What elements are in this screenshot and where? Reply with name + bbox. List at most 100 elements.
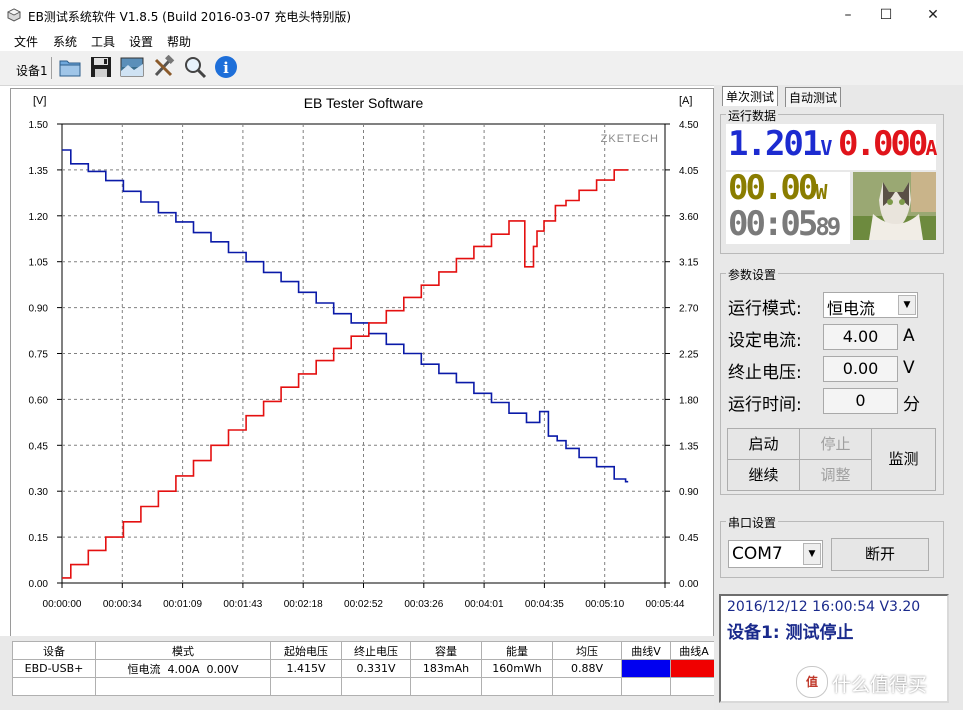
continue-button[interactable]: 继续 — [727, 459, 800, 491]
results-table: 设备 模式 起始电压 终止电压 容量 能量 均压 曲线V 曲线A EBD-USB… — [12, 641, 718, 696]
table-cell: EBD-USB+ — [12, 659, 96, 678]
table-cell: 恒电流 4.00A 0.00V — [95, 659, 271, 678]
start-button[interactable]: 启动 — [727, 428, 800, 460]
menu-settings[interactable]: 设置 — [129, 33, 153, 50]
image-icon[interactable] — [120, 55, 144, 79]
folder-icon[interactable] — [58, 55, 82, 79]
x-tick-label: 00:01:43 — [223, 599, 262, 610]
y-right-tick-label: 3.60 — [679, 212, 699, 223]
table-cell: 0.88V — [552, 659, 622, 678]
watermark-text: 什么值得买 — [832, 674, 928, 696]
stop-button[interactable]: 停止 — [799, 428, 872, 460]
y-left-tick-label: 0.75 — [29, 350, 49, 361]
y-left-tick-label: 1.50 — [29, 120, 49, 131]
table-cell: 0.331V — [341, 659, 411, 678]
status-message: 设备1: 测试停止 — [727, 623, 854, 643]
port-select-value: COM7 — [732, 544, 783, 564]
info-icon[interactable]: i — [214, 55, 238, 79]
menu-system[interactable]: 系统 — [53, 33, 77, 50]
y-left-tick-label: 1.20 — [29, 212, 49, 223]
y-right-tick-label: 2.70 — [679, 304, 699, 315]
runtime-label: 运行时间: — [728, 395, 802, 415]
menu-help[interactable]: 帮助 — [167, 33, 191, 50]
chart-title: EB Tester Software — [304, 95, 424, 111]
cat-photo — [853, 172, 936, 240]
y-left-tick-label: 0.30 — [29, 487, 49, 498]
table-header: 终止电压 — [341, 641, 411, 660]
y-left-axis-label: [V] — [33, 95, 46, 107]
svg-text:i: i — [223, 59, 229, 77]
y-right-axis-label: [A] — [679, 95, 692, 107]
voltage-current-chart: 00:00:00 00:00:34 00:01:09 00:01:43 00:02:18… — [29, 95, 699, 610]
monitor-button[interactable]: 监测 — [871, 428, 936, 491]
y-right-tick-label: 0.00 — [679, 579, 699, 590]
y-right-tick-label: 0.90 — [679, 487, 699, 498]
close-button[interactable]: ✕ — [910, 0, 956, 31]
table-row[interactable]: EBD-USB+ 恒电流 4.00A 0.00V 1.415V 0.331V 1… — [12, 659, 718, 678]
y-right-tick-label: 1.80 — [679, 395, 699, 406]
chart-panel: 00:00:00 00:00:34 00:01:09 00:01:43 00:02:18… — [10, 88, 714, 638]
table-header: 曲线A — [670, 641, 718, 660]
toolbar — [0, 51, 963, 86]
current-unit: A — [903, 326, 915, 346]
maximize-button[interactable]: ☐ — [863, 0, 909, 31]
voltage-display: 1.201V — [728, 124, 832, 164]
x-tick-label: 00:01:09 — [163, 599, 202, 610]
watermark-logo: 值 — [796, 666, 828, 698]
adjust-button[interactable]: 调整 — [799, 459, 872, 491]
current-label: 设定电流: — [728, 331, 802, 351]
power-display: 00.00W — [728, 168, 827, 208]
x-tick-label: 00:04:01 — [465, 599, 504, 610]
chevron-down-icon[interactable]: ▼ — [898, 295, 916, 315]
runtime-field[interactable]: 0 — [823, 388, 898, 414]
curve-v-swatch[interactable] — [621, 659, 671, 678]
run-data-label: 运行数据 — [726, 107, 779, 124]
table-header-row: 设备 模式 起始电压 终止电压 容量 能量 均压 曲线V 曲线A — [12, 641, 718, 660]
x-tick-label: 00:00:34 — [103, 599, 142, 610]
y-right-tick-label: 4.05 — [679, 166, 699, 177]
search-icon[interactable] — [183, 55, 207, 79]
x-tick-label: 00:02:18 — [284, 599, 323, 610]
x-tick-label: 00:02:52 — [344, 599, 383, 610]
y-right-tick-label: 1.35 — [679, 441, 699, 452]
mode-label: 运行模式: — [728, 299, 802, 319]
save-icon[interactable] — [89, 55, 113, 79]
table-cell: 1.415V — [270, 659, 342, 678]
title-bar: EB测试系统软件 V1.8.5 (Build 2016-03-07 充电头特别版… — [0, 0, 963, 32]
x-tick-label: 00:04:35 — [525, 599, 564, 610]
cutoff-label: 终止电压: — [728, 363, 802, 383]
tab-single-test[interactable]: 单次测试 — [722, 86, 779, 106]
y-left-tick-label: 0.60 — [29, 395, 49, 406]
toolbar-separator — [51, 57, 52, 79]
curve-a-swatch[interactable] — [670, 659, 718, 678]
table-header: 曲线V — [621, 641, 671, 660]
table-header: 起始电压 — [270, 641, 342, 660]
app-icon — [7, 8, 21, 22]
y-right-tick-label: 2.25 — [679, 350, 699, 361]
mode-select-value: 恒电流 — [827, 299, 876, 318]
tab-auto-test[interactable]: 自动测试 — [785, 87, 842, 107]
y-left-tick-label: 0.15 — [29, 533, 49, 544]
current-field[interactable]: 4.00 — [823, 324, 898, 350]
disconnect-button[interactable]: 断开 — [831, 538, 929, 571]
menu-file[interactable]: 文件 — [14, 33, 38, 50]
y-right-tick-label: 0.45 — [679, 533, 699, 544]
params-label: 参数设置 — [726, 266, 779, 283]
x-tick-label: 00:05:10 — [585, 599, 624, 610]
table-header: 模式 — [95, 641, 271, 660]
current-display: 0.000A — [838, 124, 937, 164]
cutoff-field[interactable]: 0.00 — [823, 356, 898, 382]
chevron-down-icon[interactable]: ▼ — [803, 543, 821, 565]
port-select[interactable]: COM7 ▼ — [728, 540, 823, 568]
x-tick-label: 00:05:44 — [646, 599, 685, 610]
menu-tools[interactable]: 工具 — [91, 33, 115, 50]
chart-grid — [57, 123, 670, 588]
y-left-tick-label: 0.90 — [29, 304, 49, 315]
tools-icon[interactable] — [152, 55, 176, 79]
chart-watermark: ZKETECH — [601, 133, 659, 145]
y-left-tick-label: 0.45 — [29, 441, 49, 452]
mode-select[interactable]: 恒电流 ▼ — [823, 292, 918, 318]
window-title: EB测试系统软件 V1.8.5 (Build 2016-03-07 充电头特别版… — [28, 10, 352, 24]
runtime-unit: 分 — [903, 395, 920, 415]
y-left-tick-label: 0.00 — [29, 579, 49, 590]
